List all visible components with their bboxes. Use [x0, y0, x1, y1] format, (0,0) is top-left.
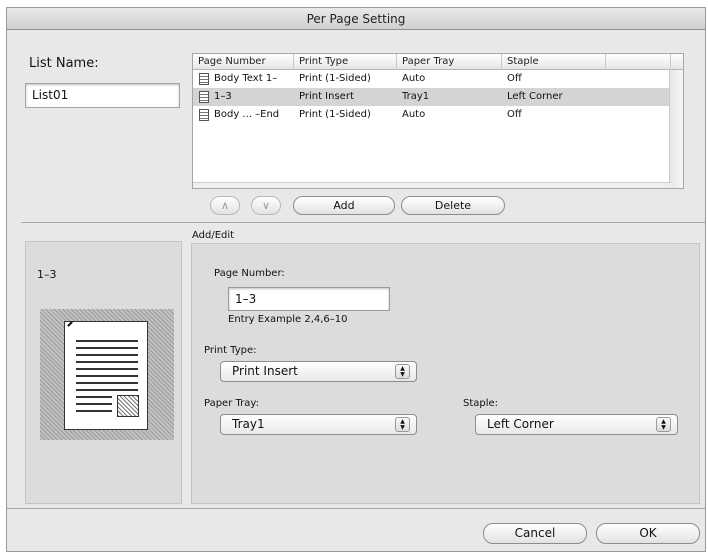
cell-print-type: Print (1-Sided) — [299, 109, 371, 120]
cell-page-number: Body Text 1– — [214, 73, 278, 84]
staple-label: Staple: — [463, 398, 499, 409]
column-header-staple[interactable]: Staple — [502, 54, 606, 70]
column-header-print-type[interactable]: Print Type — [294, 54, 397, 70]
page-preview-area — [40, 309, 174, 440]
page-number-label: Page Number: — [214, 268, 285, 279]
staple-select[interactable]: Left Corner ▲ ▼ — [475, 414, 678, 435]
list-name-input[interactable]: List01 — [25, 83, 180, 108]
table-row[interactable]: Body Text 1– Print (1-Sided) Auto Off — [193, 70, 671, 88]
print-type-value: Print Insert — [232, 364, 298, 378]
move-down-button[interactable]: ∨ — [251, 196, 281, 215]
list-name-label: List Name: — [29, 56, 99, 71]
cell-paper-tray: Auto — [402, 73, 426, 84]
move-up-button[interactable]: ∧ — [210, 196, 240, 215]
ok-button[interactable]: OK — [596, 523, 700, 544]
cell-staple: Off — [507, 109, 522, 120]
cell-print-type: Print (1-Sided) — [299, 73, 371, 84]
print-type-label: Print Type: — [204, 345, 257, 356]
paper-tray-select[interactable]: Tray1 ▲ ▼ — [220, 414, 417, 435]
cell-print-type: Print Insert — [299, 91, 354, 102]
print-type-select[interactable]: Print Insert ▲ ▼ — [220, 361, 417, 382]
staple-value: Left Corner — [487, 417, 554, 431]
table-row[interactable]: Body ... –End Print (1-Sided) Auto Off — [193, 106, 671, 124]
page-settings-table: Page Number Print Type Paper Tray Staple… — [192, 53, 684, 189]
stepper-arrows-icon: ▲ ▼ — [395, 364, 410, 379]
document-icon — [199, 91, 209, 103]
window-title: Per Page Setting — [7, 8, 705, 30]
table-header: Page Number Print Type Paper Tray Staple — [193, 54, 683, 70]
horizontal-scrollbar[interactable] — [193, 182, 671, 188]
stepper-arrows-icon: ▲ ▼ — [656, 417, 671, 432]
image-placeholder-icon — [117, 395, 139, 417]
delete-button[interactable]: Delete — [401, 196, 505, 215]
document-icon — [199, 73, 209, 85]
cell-page-number: Body ... –End — [214, 109, 280, 120]
cell-paper-tray: Auto — [402, 109, 426, 120]
staple-mark-icon — [67, 321, 73, 327]
page-preview-icon — [64, 321, 148, 430]
document-icon — [199, 109, 209, 121]
section-divider — [21, 222, 705, 223]
preview-page-label: 1–3 — [37, 268, 57, 281]
cell-paper-tray: Tray1 — [402, 91, 430, 102]
page-number-input[interactable]: 1–3 — [228, 287, 390, 311]
per-page-setting-window: Per Page Setting List Name: List01 Page … — [6, 7, 706, 552]
cell-page-number: 1–3 — [214, 91, 232, 102]
cancel-button[interactable]: Cancel — [483, 523, 587, 544]
add-edit-panel: Page Number: 1–3 Entry Example 2,4,6–10 … — [191, 243, 700, 504]
stepper-arrows-icon: ▲ ▼ — [395, 417, 410, 432]
column-header-empty — [606, 54, 671, 70]
table-row-selected[interactable]: 1–3 Print Insert Tray1 Left Corner — [193, 88, 671, 106]
add-button[interactable]: Add — [293, 196, 395, 215]
paper-tray-value: Tray1 — [232, 417, 265, 431]
column-header-page-number[interactable]: Page Number — [193, 54, 294, 70]
entry-example-text: Entry Example 2,4,6–10 — [228, 314, 348, 325]
cell-staple: Left Corner — [507, 91, 563, 102]
paper-tray-label: Paper Tray: — [204, 398, 259, 409]
vertical-scrollbar[interactable] — [669, 70, 683, 188]
column-header-paper-tray[interactable]: Paper Tray — [397, 54, 502, 70]
footer-divider — [7, 508, 705, 509]
cell-staple: Off — [507, 73, 522, 84]
add-edit-group-label: Add/Edit — [192, 230, 235, 241]
